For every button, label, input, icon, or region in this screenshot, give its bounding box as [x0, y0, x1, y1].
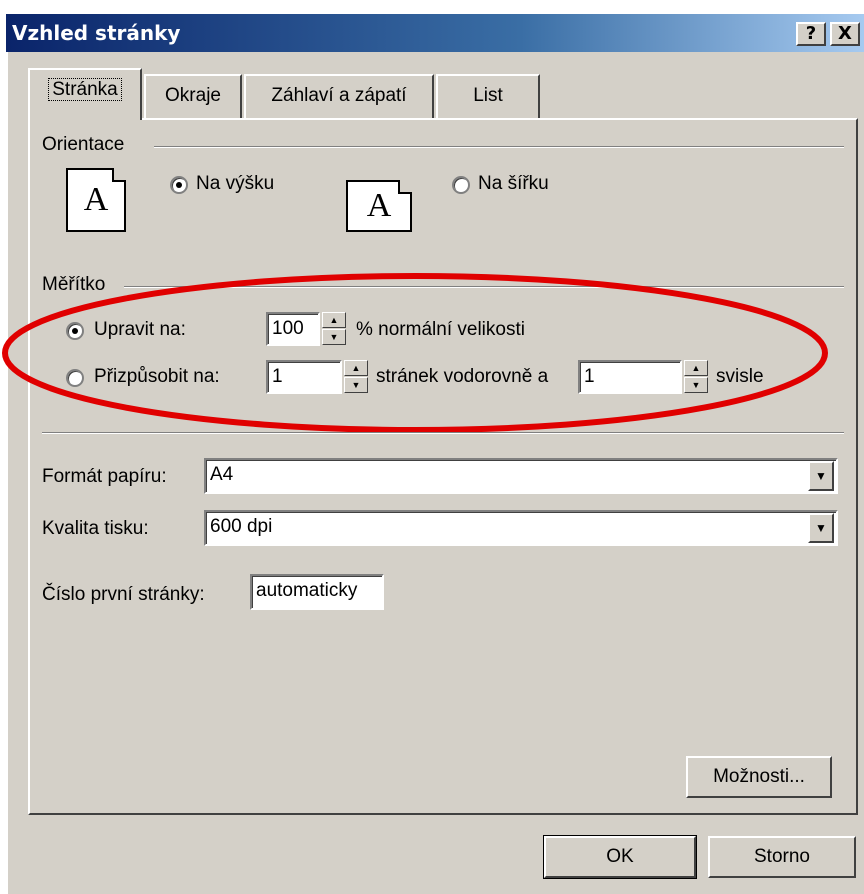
dialog-title: Vzhled stránky: [12, 21, 181, 45]
tab-stranka[interactable]: Stránka: [28, 68, 142, 120]
radio-dot-icon: [176, 182, 182, 188]
highlight-ellipse: [2, 273, 828, 433]
chevron-down-icon[interactable]: ▼: [808, 513, 834, 543]
close-button[interactable]: X: [830, 22, 860, 46]
page-corner-icon: [398, 180, 412, 194]
landscape-label: Na šířku: [478, 173, 549, 194]
cancel-button[interactable]: Storno: [708, 836, 856, 878]
orientation-group-label: Orientace: [42, 134, 125, 155]
landscape-page-icon: A: [346, 180, 412, 232]
chevron-down-icon[interactable]: ▼: [808, 461, 834, 491]
format-label: Formát papíru:: [42, 466, 167, 487]
tab-list[interactable]: List: [436, 74, 540, 120]
paper-divider: [42, 432, 844, 434]
paper-format-select[interactable]: A4: [204, 458, 838, 494]
ok-button[interactable]: OK: [543, 835, 697, 879]
help-button[interactable]: ?: [796, 22, 826, 46]
tab-okraje[interactable]: Okraje: [144, 74, 242, 120]
orientation-divider: [154, 146, 844, 148]
tab-zahlavi[interactable]: Záhlaví a zápatí: [244, 74, 434, 120]
landscape-icon-letter: A: [366, 187, 392, 224]
options-button[interactable]: Možnosti...: [686, 756, 832, 798]
radio-portrait[interactable]: [170, 176, 188, 194]
first-page-input[interactable]: automaticky: [250, 574, 384, 610]
page-corner-icon: [112, 168, 126, 182]
tab-stranka-label: Stránka: [48, 78, 122, 101]
title-bar: Vzhled stránky ? X: [6, 14, 864, 52]
radio-landscape[interactable]: [452, 176, 470, 194]
first-page-label: Číslo první stránky:: [42, 584, 205, 605]
print-quality-select[interactable]: 600 dpi: [204, 510, 838, 546]
tab-okraje-label: Okraje: [165, 85, 221, 106]
portrait-icon-letter: A: [83, 181, 109, 218]
quality-label: Kvalita tisku:: [42, 518, 149, 539]
tab-zahlavi-label: Záhlaví a zápatí: [271, 85, 407, 106]
portrait-page-icon: A: [66, 168, 126, 232]
portrait-label: Na výšku: [196, 173, 275, 194]
tab-list-label: List: [473, 85, 503, 106]
